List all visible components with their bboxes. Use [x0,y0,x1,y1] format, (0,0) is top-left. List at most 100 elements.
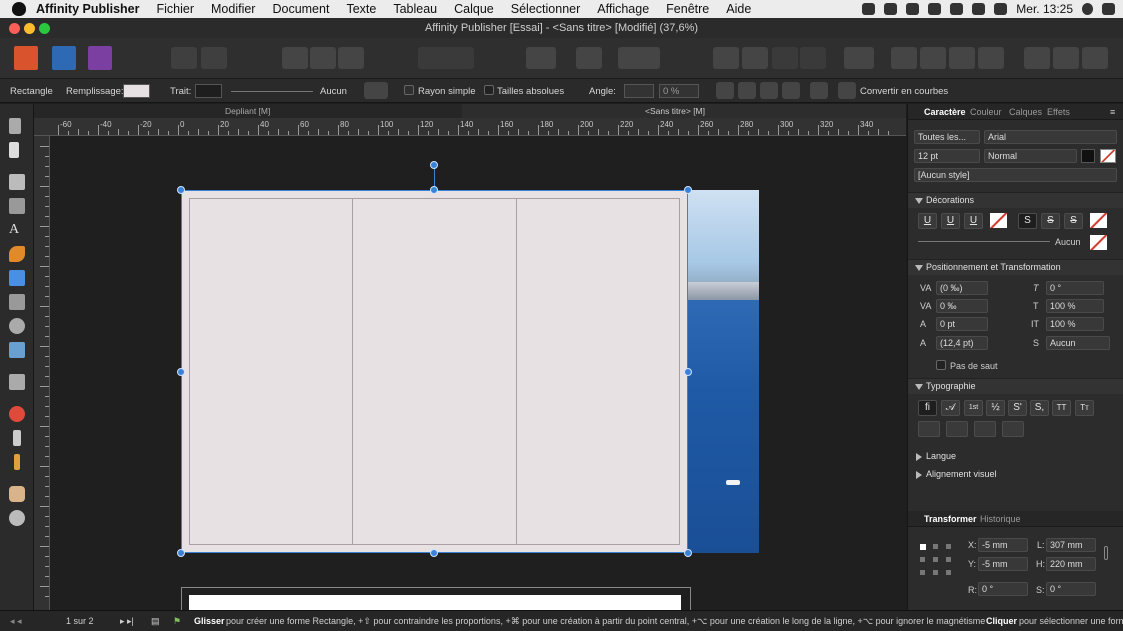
copy-transform-icon[interactable] [782,82,800,99]
view-mode-3-icon[interactable] [338,47,364,69]
sea-photo[interactable] [688,190,759,553]
double-underline-button[interactable]: U [941,213,960,229]
tab-caractere[interactable]: Caractère [924,107,966,117]
simple-radius-checkbox[interactable] [404,85,414,95]
shear-input[interactable]: 0 ° [1046,281,1104,295]
next-page-icon[interactable]: ▸ ▸| [120,616,134,627]
handle-left[interactable] [177,368,185,376]
text-bg-swatch[interactable] [1100,149,1116,163]
panel-menu-icon[interactable]: ≡ [1110,107,1115,117]
double-strike-button[interactable]: S [1041,213,1060,229]
hand-tool-icon[interactable] [9,486,25,502]
dropbox-icon[interactable] [906,3,920,15]
thick-underline-button[interactable]: U [964,213,983,229]
rotation-handle[interactable] [430,161,438,169]
x-input[interactable]: -5 mm [978,538,1028,552]
prev-page-icon[interactable]: ◂ ◂ [10,616,22,627]
underline-button[interactable]: U [918,213,937,229]
strike-color-swatch[interactable] [1090,213,1107,228]
kerning-input[interactable]: (0 ‰) [936,281,988,295]
horizontal-ruler[interactable]: -60 -40 -20 0 20 40 60 80 100 120 140 160 180 200 220 2… [34,118,906,136]
fill-tool-icon[interactable] [9,406,25,422]
designer-persona-icon[interactable] [52,46,76,70]
align-icon[interactable] [844,47,874,69]
typo-extra-4-icon[interactable] [1002,421,1024,437]
flip-v-icon[interactable] [920,47,946,69]
y-input[interactable]: -5 mm [978,557,1028,571]
menu-document[interactable]: Document [272,2,329,16]
strikethrough-button[interactable]: S [1018,213,1037,229]
shear2-select[interactable]: Aucun [1046,336,1110,350]
artistic-text-icon[interactable]: A [9,222,25,238]
zoom-tool-icon[interactable] [9,510,25,526]
handle-bottom-left[interactable] [177,549,185,557]
photo-persona-icon[interactable] [88,46,112,70]
preflight-status-icon[interactable]: ⚑ [173,616,181,627]
typo-extra-1-icon[interactable] [918,421,940,437]
typo-extra-2-icon[interactable] [946,421,968,437]
battery-icon[interactable] [928,3,942,15]
arrange-bottom-icon[interactable] [800,47,826,69]
tab-transformer[interactable]: Transformer [924,514,977,524]
rotate-right-icon[interactable] [978,47,1004,69]
height-input[interactable]: 220 mm [1046,557,1096,571]
swash-button[interactable]: 𝒜 [941,400,960,416]
eye-icon[interactable] [738,82,756,99]
text-color-swatch[interactable] [1081,149,1095,163]
handle-top-right[interactable] [684,186,692,194]
eyedropper-icon[interactable] [14,454,20,470]
bluetooth-icon[interactable] [950,3,964,15]
thick-strike-button[interactable]: S [1064,213,1083,229]
shear-transform-input[interactable]: 0 ° [1046,582,1096,596]
handle-top[interactable] [430,186,438,194]
arrange-front-icon[interactable] [772,47,798,69]
convert-to-curves-button[interactable]: Convertir en courbes [860,86,948,97]
apple-icon[interactable] [12,2,26,16]
crop-tool-icon[interactable] [9,374,25,390]
font-collection-select[interactable]: Toutes les... [914,130,980,144]
place-image-icon[interactable] [9,342,25,358]
handle-top-left[interactable] [177,186,185,194]
rotate-left-icon[interactable] [949,47,975,69]
corner-type-select[interactable] [624,84,654,98]
wifi-icon[interactable] [972,3,986,15]
width-input[interactable]: 307 mm [1046,538,1096,552]
tab-calques[interactable]: Calques [1009,107,1042,117]
preview-icon[interactable] [526,47,556,69]
fractions-button[interactable]: ½ [986,400,1005,416]
canvas[interactable] [51,136,906,610]
baseline-input[interactable]: 0 pt [936,317,988,331]
tab-effets[interactable]: Effets [1047,107,1070,117]
publisher-persona-icon[interactable] [14,46,38,70]
snapping-icon[interactable] [618,47,660,69]
node-tool-icon[interactable] [9,142,19,158]
absolute-sizes-checkbox[interactable] [484,85,494,95]
close-window-button[interactable] [9,23,20,34]
handle-bottom[interactable] [430,549,438,557]
rectangle-tool-icon[interactable] [9,270,25,286]
underline-color-swatch[interactable] [990,213,1007,228]
sync-icon[interactable] [884,3,898,15]
menu-app[interactable]: Affinity Publisher [36,2,139,16]
font-size-input[interactable]: 12 pt [914,149,980,163]
menu-modifier[interactable]: Modifier [211,2,255,16]
typo-extra-3-icon[interactable] [974,421,996,437]
pen-tool-icon[interactable] [9,246,25,262]
superscript-button[interactable]: S' [1008,400,1027,416]
hscale-input[interactable]: 100 % [1046,299,1104,313]
subscript-button[interactable]: S, [1030,400,1049,416]
view-mode-1-icon[interactable] [282,47,308,69]
menu-calque[interactable]: Calque [454,2,494,16]
stroke-swatch[interactable] [195,84,222,98]
gear-icon[interactable] [364,82,388,99]
tracking-input[interactable]: 0 ‰ [936,299,988,313]
link-proportions-icon[interactable] [1104,546,1108,560]
menu-affichage[interactable]: Affichage [597,2,649,16]
menu-fenetre[interactable]: Fenêtre [666,2,709,16]
section-language[interactable]: Langue [908,449,1123,465]
vertical-ruler[interactable] [34,136,50,610]
small-caps-button[interactable]: Tт [1075,400,1094,416]
no-break-checkbox[interactable] [936,360,946,370]
rotation-input[interactable]: 0 ° [978,582,1028,596]
menu-selectionner[interactable]: Sélectionner [511,2,581,16]
